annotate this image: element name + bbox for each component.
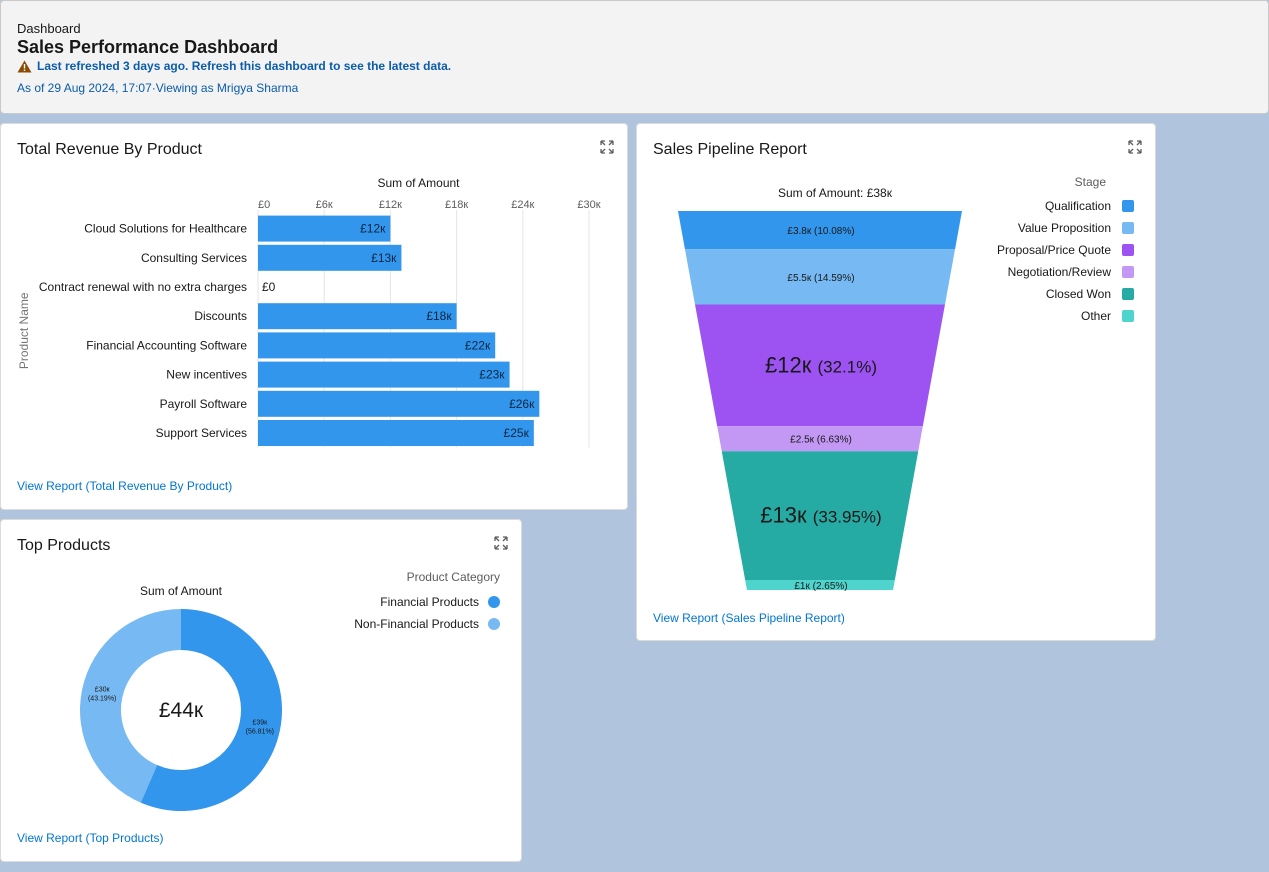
category-label: Consulting Services xyxy=(141,251,247,265)
expand-icon[interactable] xyxy=(494,536,508,550)
bar-data-label: £0 xyxy=(262,280,276,294)
donut-legend-title: Product Category xyxy=(407,570,500,584)
bar[interactable] xyxy=(258,420,534,446)
expand-icon[interactable] xyxy=(600,140,614,154)
funnel-legend-label: Closed Won xyxy=(1046,287,1111,301)
bar-data-label: £26к xyxy=(509,397,535,411)
warning-icon xyxy=(17,60,32,72)
top-products-card-title: Top Products xyxy=(17,537,111,554)
y-axis-label: Product Name xyxy=(17,292,31,369)
x-tick-label: £24к xyxy=(511,199,534,211)
view-report-top-products-link[interactable]: View Report (Top Products) xyxy=(17,831,164,845)
bar-data-label: £22к xyxy=(465,338,491,352)
top-products-donut-chart: Sum of Amount £39к (56.81%) £30к (43.19%) £44… xyxy=(80,570,500,811)
funnel-legend-swatch xyxy=(1122,244,1134,256)
donut-legend-label: Non-Financial Products xyxy=(354,617,479,631)
funnel-data-label: £3.8к (10.08%) xyxy=(787,226,854,237)
funnel-data-label: £5.5к (14.59%) xyxy=(787,273,854,284)
revenue-card: Total Revenue By Product Sum of Amount £0… xyxy=(0,123,628,510)
donut-chart-title: Sum of Amount xyxy=(140,584,223,598)
bar-data-label: £23к xyxy=(479,368,505,382)
refresh-warning-text: Last refreshed 3 days ago. Refresh this … xyxy=(37,59,452,73)
donut-data-label: £39к xyxy=(252,719,268,726)
page-title: Sales Performance Dashboard xyxy=(17,37,279,57)
donut-data-label: (56.81%) xyxy=(246,728,274,735)
category-label: Support Services xyxy=(156,426,247,440)
view-report-pipeline-link[interactable]: View Report (Sales Pipeline Report) xyxy=(653,611,845,625)
funnel-data-label: £1к (2.65%) xyxy=(794,581,847,592)
category-label: New incentives xyxy=(166,368,247,382)
category-label: Cloud Solutions for Healthcare xyxy=(84,222,247,236)
as-of-text: As of 29 Aug 2024, 17:07·Viewing as Mrig… xyxy=(17,81,299,95)
dashboard-header: Dashboard Sales Performance Dashboard La… xyxy=(0,0,1269,114)
funnel-legend-label: Other xyxy=(1081,309,1111,323)
breadcrumb[interactable]: Dashboard xyxy=(17,21,81,36)
funnel-chart-title: Sum of Amount: £38к xyxy=(778,186,893,200)
view-report-revenue-link[interactable]: View Report (Total Revenue By Product) xyxy=(17,479,232,493)
donut-legend-swatch xyxy=(488,618,500,630)
donut-data-label: (43.19%) xyxy=(88,696,116,703)
donut-data-label: £30к xyxy=(95,687,111,694)
top-products-card: Top Products Sum of Amount £39к (56.81%) £3… xyxy=(0,519,522,862)
funnel-legend-swatch xyxy=(1122,200,1134,212)
pipeline-card-title: Sales Pipeline Report xyxy=(653,141,807,158)
expand-icon[interactable] xyxy=(1128,140,1142,154)
bar-data-label: £13к xyxy=(371,251,397,265)
bar[interactable] xyxy=(258,332,496,359)
x-tick-label: £30к xyxy=(577,199,600,211)
funnel-legend-swatch xyxy=(1122,288,1134,300)
donut-center-total: £44к xyxy=(159,699,204,722)
bar-data-label: £18к xyxy=(426,309,452,323)
funnel-legend-label: Qualification xyxy=(1045,199,1111,213)
bar[interactable] xyxy=(258,361,510,388)
funnel-legend-swatch xyxy=(1122,222,1134,234)
category-label: Contract renewal with no extra charges xyxy=(39,280,247,294)
bar-chart-title: Sum of Amount xyxy=(377,176,460,190)
category-label: Payroll Software xyxy=(160,397,248,411)
funnel-legend-swatch xyxy=(1122,310,1134,322)
x-tick-label: £18к xyxy=(445,199,468,211)
x-tick-label: £6к xyxy=(316,199,333,211)
funnel-legend-label: Negotiation/Review xyxy=(1008,265,1112,279)
funnel-legend-swatch xyxy=(1122,266,1134,278)
refresh-warning: Last refreshed 3 days ago. Refresh this … xyxy=(17,59,451,73)
x-tick-label: £12к xyxy=(379,199,402,211)
pipeline-funnel-chart: Sum of Amount: £38к £3.8к (10.08%) £5.5к (… xyxy=(678,175,1134,592)
revenue-bar-chart: Sum of Amount £0 £6к £12к £18к £24к £30к Produc… xyxy=(17,176,601,448)
category-label: Financial Accounting Software xyxy=(86,338,247,352)
funnel-data-label: £2.5к (6.63%) xyxy=(790,435,852,446)
x-tick-label: £0 xyxy=(258,199,270,211)
funnel-legend-label: Proposal/Price Quote xyxy=(997,243,1111,257)
bar-data-label: £25к xyxy=(504,426,530,440)
bar[interactable] xyxy=(258,390,540,417)
funnel-legend-label: Value Proposition xyxy=(1018,221,1111,235)
funnel-legend-title: Stage xyxy=(1075,175,1107,189)
bar-data-label: £12к xyxy=(360,222,386,236)
pipeline-card: Sales Pipeline Report Sum of Amount: £38… xyxy=(636,123,1156,641)
category-label: Discounts xyxy=(194,309,247,323)
donut-legend-label: Financial Products xyxy=(380,595,479,609)
revenue-card-title: Total Revenue By Product xyxy=(17,141,202,158)
donut-legend-swatch xyxy=(488,596,500,608)
